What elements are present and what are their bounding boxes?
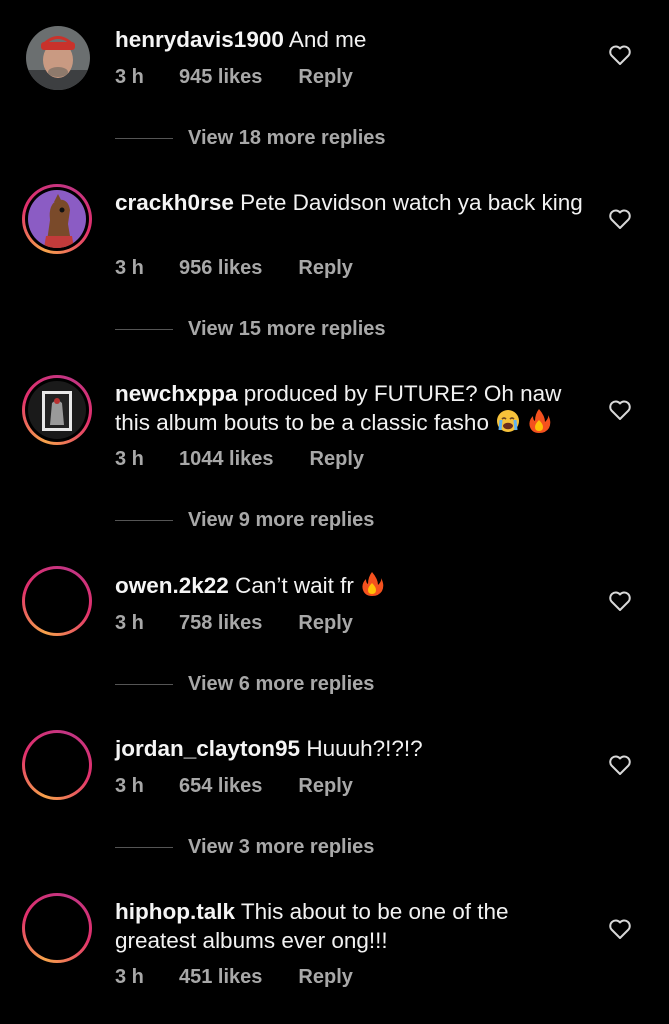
comment-body: And me	[288, 27, 367, 52]
avatar[interactable]	[22, 893, 92, 963]
comment-username[interactable]: newchxppa	[115, 381, 238, 406]
reply-button[interactable]: Reply	[298, 966, 352, 989]
view-more-replies[interactable]: View 6 more replies	[115, 673, 374, 696]
divider-line	[115, 329, 173, 330]
comment-body: Huuuh?!?!?	[306, 736, 423, 761]
horse-avatar-image	[28, 190, 86, 248]
heart-icon[interactable]	[608, 754, 632, 776]
comment-username[interactable]: jordan_clayton95	[115, 736, 300, 761]
avatar[interactable]	[26, 26, 90, 90]
comment-meta: 3 h 945 likes Reply	[115, 66, 353, 89]
comment-username[interactable]: hiphop.talk	[115, 899, 235, 924]
view-more-replies[interactable]: View 3 more replies	[115, 836, 374, 859]
fire-emoji	[362, 572, 384, 596]
heart-icon[interactable]	[608, 399, 632, 421]
comment-text: hiphop.talk This about to be one of the …	[115, 897, 585, 955]
comment-time: 3 h	[115, 66, 144, 88]
comment-likes[interactable]: 945 likes	[179, 66, 262, 89]
divider-line	[115, 684, 173, 685]
comment-username[interactable]: henrydavis1900	[115, 27, 284, 52]
comment-body: Pete Davidson watch ya back king	[240, 190, 583, 215]
heart-icon[interactable]	[608, 44, 632, 66]
heart-icon[interactable]	[608, 208, 632, 230]
comment-body: Can’t wait fr	[235, 573, 354, 598]
reply-button[interactable]: Reply	[298, 775, 352, 798]
avatar[interactable]	[22, 730, 92, 800]
reply-button[interactable]: Reply	[298, 66, 352, 89]
reply-button[interactable]: Reply	[310, 448, 364, 471]
comment-time: 3 h	[115, 612, 144, 634]
comment-likes[interactable]: 956 likes	[179, 257, 262, 280]
comment-text: jordan_clayton95 Huuuh?!?!?	[115, 734, 585, 763]
comment-likes[interactable]: 654 likes	[179, 775, 262, 798]
comment-meta: 3 h 758 likes Reply	[115, 612, 353, 635]
divider-line	[115, 847, 173, 848]
comment-time: 3 h	[115, 448, 144, 470]
view-more-replies[interactable]: View 9 more replies	[115, 509, 374, 532]
divider-line	[115, 520, 173, 521]
comment-likes[interactable]: 451 likes	[179, 966, 262, 989]
comment-text: henrydavis1900 And me	[115, 25, 585, 54]
comment-meta: 3 h 451 likes Reply	[115, 966, 353, 989]
divider-line	[115, 138, 173, 139]
reply-button[interactable]: Reply	[298, 257, 352, 280]
view-more-replies-label: View 18 more replies	[188, 127, 386, 149]
comment-meta: 3 h 654 likes Reply	[115, 775, 353, 798]
avatar[interactable]	[22, 184, 92, 254]
album-cover-avatar-image	[28, 381, 86, 439]
comment-time: 3 h	[115, 966, 144, 988]
view-more-replies[interactable]: View 15 more replies	[115, 318, 386, 341]
comment-meta: 3 h 1044 likes Reply	[115, 448, 364, 471]
comment-username[interactable]: owen.2k22	[115, 573, 229, 598]
avatar-photo	[26, 26, 90, 90]
view-more-replies-label: View 6 more replies	[188, 673, 375, 695]
view-more-replies-label: View 9 more replies	[188, 509, 375, 531]
comment-text: newchxppa produced by FUTURE? Oh naw thi…	[115, 379, 585, 437]
heart-icon[interactable]	[608, 918, 632, 940]
comment-likes[interactable]: 1044 likes	[179, 448, 274, 471]
comment-time: 3 h	[115, 775, 144, 797]
avatar[interactable]	[22, 566, 92, 636]
avatar[interactable]	[22, 375, 92, 445]
fire-emoji	[529, 409, 551, 433]
heart-icon[interactable]	[608, 590, 632, 612]
crying-face-emoji	[497, 410, 520, 432]
view-more-replies-label: View 15 more replies	[188, 318, 386, 340]
comment-username[interactable]: crackh0rse	[115, 190, 234, 215]
comment-time: 3 h	[115, 257, 144, 279]
reply-button[interactable]: Reply	[298, 612, 352, 635]
comment-likes[interactable]: 758 likes	[179, 612, 262, 635]
comment-text: owen.2k22 Can’t wait fr	[115, 571, 585, 600]
view-more-replies[interactable]: View 18 more replies	[115, 127, 386, 150]
comment-text: crackh0rse Pete Davidson watch ya back k…	[115, 188, 585, 217]
view-more-replies-label: View 3 more replies	[188, 836, 375, 858]
comment-meta: 3 h 956 likes Reply	[115, 257, 353, 280]
